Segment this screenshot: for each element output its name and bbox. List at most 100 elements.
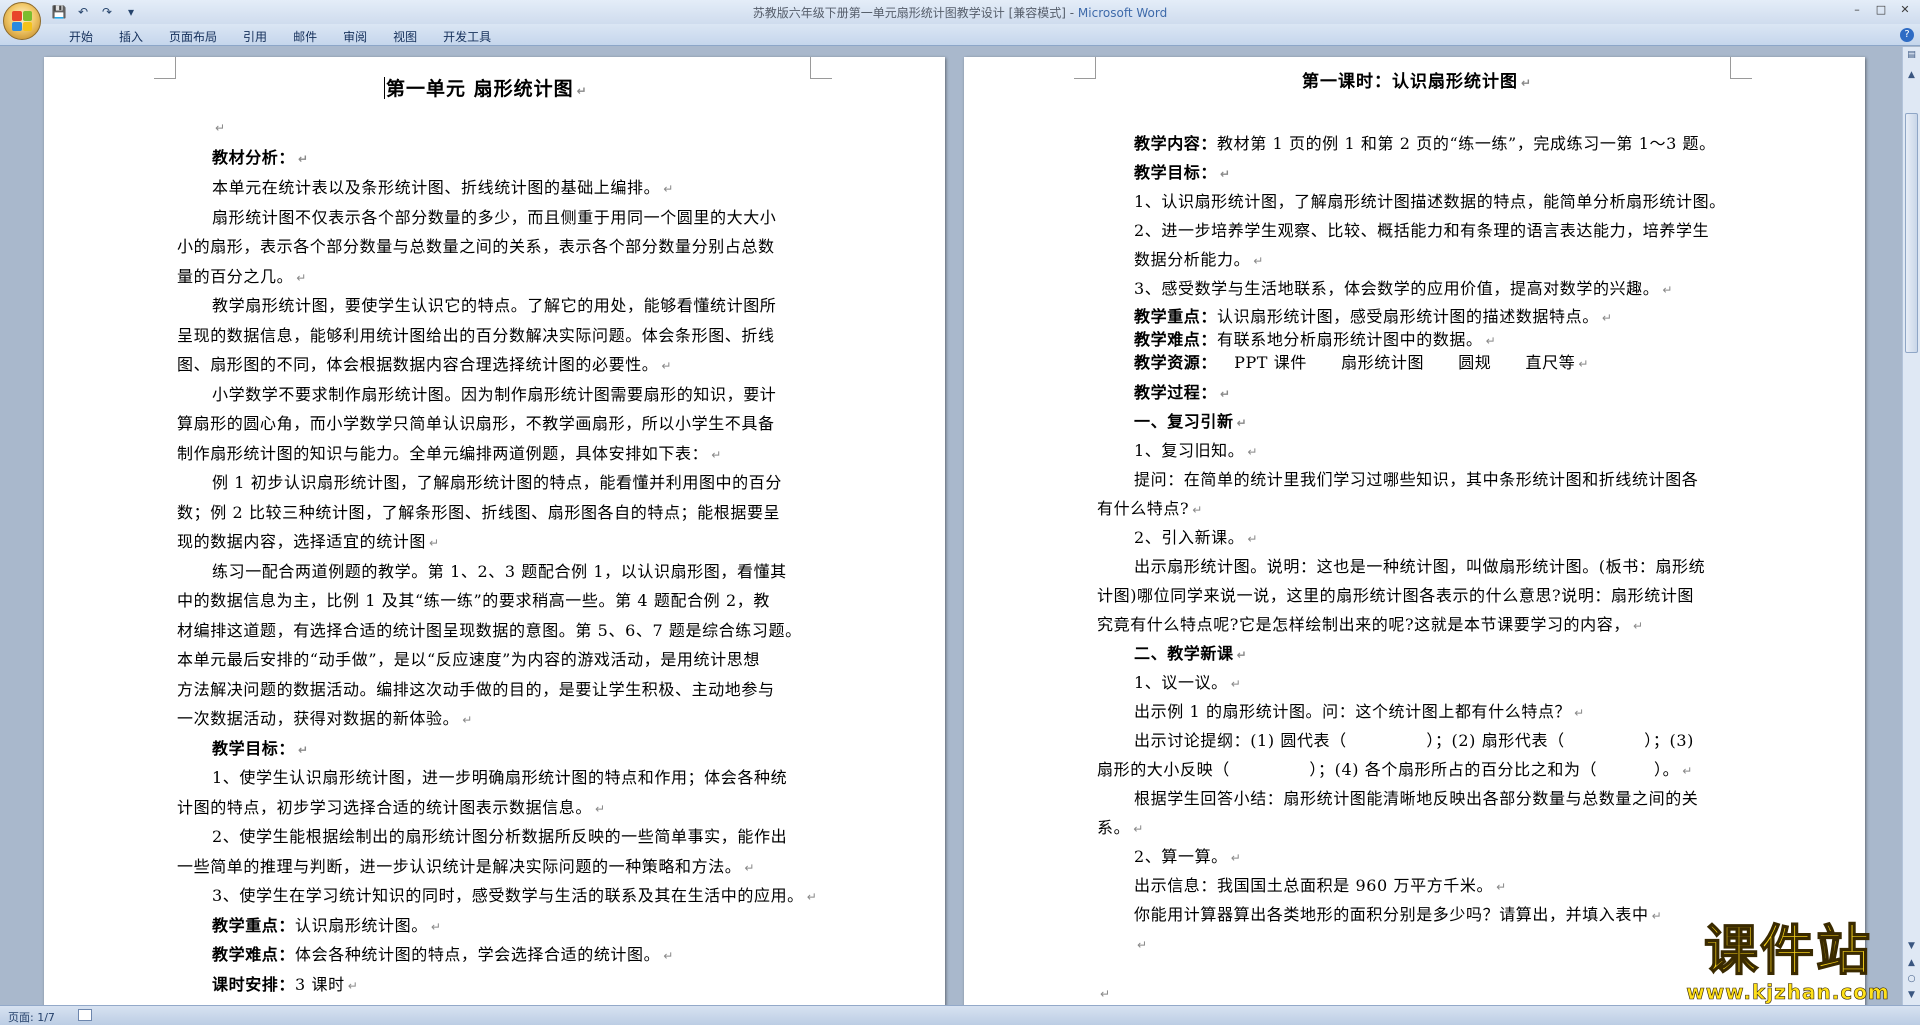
paragraph: 2、算一算。 ↵: [1134, 847, 1242, 866]
paragraph: 扇形统计图不仅表示各个部分数量的多少，而且侧重于用同一个圆里的大大小: [212, 208, 777, 227]
paragraph: 量的百分之几。 ↵: [177, 267, 307, 286]
maximize-icon[interactable]: □: [1872, 2, 1890, 18]
margin-corner: [1074, 57, 1096, 79]
paragraph: 本单元在统计表以及条形统计图、折线统计图的基础上编排。 ↵: [212, 178, 674, 197]
section-heading: 二、教学新课 ↵: [1134, 644, 1248, 663]
app-name: Microsoft Word: [1077, 6, 1168, 20]
paragraph: 2、进一步培养学生观察、比较、概括能力和有条理的语言表达能力，培养学生: [1134, 221, 1710, 240]
proofing-icon[interactable]: [78, 1009, 92, 1021]
paragraph: 本单元最后安排的“动手做”，是以“反应速度”为内容的游戏活动，是用统计思想: [177, 650, 760, 669]
paragraph: 3、感受数学与生活地联系，体会数学的应用价值，提高对数学的兴趣。 ↵: [1134, 279, 1674, 298]
paragraph: 教学重点：认识扇形统计图。 ↵: [212, 916, 442, 935]
minimize-icon[interactable]: –: [1848, 2, 1866, 18]
paragraph: 1、议一议。 ↵: [1134, 673, 1242, 692]
paragraph: ↵: [1100, 987, 1111, 1001]
section-heading: 教材分析： ↵: [212, 148, 309, 167]
help-icon[interactable]: ?: [1900, 28, 1914, 42]
paragraph: 课时安排：3 课时 ↵: [212, 975, 359, 994]
section-heading: 教学目标： ↵: [1134, 163, 1231, 182]
scroll-thumb[interactable]: [1905, 113, 1918, 353]
window-controls: – □ ✕: [1848, 2, 1914, 18]
paragraph: 1、复习旧知。 ↵: [1134, 441, 1259, 460]
section-heading: 教学目标： ↵: [212, 739, 309, 758]
watermark-url: www.kjzhan.com: [1686, 980, 1890, 1005]
ruler-toggle-icon[interactable]: ▤: [1905, 49, 1918, 62]
tab-review[interactable]: 审阅: [330, 27, 380, 46]
paragraph: 究竟有什么特点呢?它是怎样绘制出来的呢?这就是本节课要学习的内容， ↵: [1097, 615, 1644, 634]
paragraph: 出示例 1 的扇形统计图。问：这个统计图上都有什么特点？ ↵: [1134, 702, 1585, 721]
paragraph: 1、认识扇形统计图，了解扇形统计图描述数据的特点，能简单分析扇形统计图。: [1134, 192, 1726, 211]
tab-insert[interactable]: 插入: [106, 27, 156, 46]
scroll-up-icon[interactable]: ▲: [1905, 69, 1918, 82]
vertical-scrollbar[interactable]: ▤ ▲ ▼ ▲ ○ ▼: [1902, 47, 1920, 1005]
paragraph: 扇形的大小反映（ ）；(4) 各个扇形所占的百分比之和为（ ）。 ↵: [1097, 760, 1693, 779]
paragraph: 2、引入新课。 ↵: [1134, 528, 1259, 547]
paragraph: 数；例 2 比较三种统计图，了解条形图、折线图、扇形图各自的特点；能根据要呈: [177, 503, 781, 522]
watermark-text: 课件站: [1703, 919, 1872, 982]
paragraph: ↵: [215, 121, 226, 135]
paragraph: 呈现的数据信息，能够利用统计图给出的百分数解决实际问题。体会条形图、折线: [177, 326, 775, 345]
paragraph: 一些简单的推理与判断，进一步认识统计是解决实际问题的一种策略和方法。 ↵: [177, 857, 756, 876]
paragraph: 现的数据内容，选择适宜的统计图 ↵: [177, 532, 440, 551]
status-bar: 页面: 1/7: [0, 1005, 1920, 1025]
paragraph: 你能用计算器算出各类地形的面积分别是多少吗？请算出，并填入表中 ↵: [1134, 905, 1663, 924]
paragraph: 小学数学不要求制作扇形统计图。因为制作扇形统计图需要扇形的知识，要计: [212, 385, 777, 404]
paragraph: 教学扇形统计图，要使学生认识它的特点。了解它的用处，能够看懂统计图所: [212, 296, 777, 315]
paragraph: 教学难点：有联系地分析扇形统计图中的数据。 ↵: [1134, 330, 1497, 349]
margin-corner: [1730, 57, 1752, 79]
paragraph: 小的扇形，表示各个部分数量与总数量之间的关系，表示各个部分数量分别占总数: [177, 237, 775, 256]
close-icon[interactable]: ✕: [1896, 2, 1914, 18]
tab-mailings[interactable]: 邮件: [280, 27, 330, 46]
paragraph: 教学难点：体会各种统计图的特点，学会选择合适的统计图。 ↵: [212, 945, 674, 964]
office-logo-icon: [12, 11, 32, 31]
paragraph: 提问：在简单的统计里我们学习过哪些知识，其中条形统计图和折线统计图各: [1134, 470, 1699, 489]
document-title: 苏教版六年级下册第一单元扇形统计图教学设计 [兼容模式] -: [752, 6, 1078, 20]
page-2[interactable]: 第一课时：认识扇形统计图 ↵ 教学内容：教材第 1 页的例 1 和第 2 页的“练…: [964, 57, 1865, 1005]
paragraph: 1、使学生认识扇形统计图，进一步明确扇形统计图的特点和作用；体会各种统: [212, 768, 788, 787]
paragraph: 练习一配合两道例题的教学。第 1、2、3 题配合例 1，以认识扇形图，看懂其: [212, 562, 787, 581]
tab-home[interactable]: 开始: [56, 27, 106, 46]
paragraph: 出示信息：我国国土总面积是 960 万平方千米。 ↵: [1134, 876, 1507, 895]
paragraph: 计图)哪位同学来说一说，这里的扇形统计图各表示的什么意思?说明：扇形统计图: [1097, 586, 1695, 605]
tab-developer[interactable]: 开发工具: [430, 27, 504, 46]
tab-view[interactable]: 视图: [380, 27, 430, 46]
paragraph: 图、扇形图的不同，体会根据数据内容合理选择统计图的必要性。 ↵: [177, 355, 673, 374]
window-title: 苏教版六年级下册第一单元扇形统计图教学设计 [兼容模式] - Microsoft…: [0, 4, 1920, 21]
title-bar: 💾 ↶ ↷ ▾ 苏教版六年级下册第一单元扇形统计图教学设计 [兼容模式] - M…: [0, 0, 1920, 40]
section-heading: 教学过程： ↵: [1134, 383, 1231, 402]
section-heading: 一、复习引新 ↵: [1134, 412, 1248, 431]
page-indicator[interactable]: 页面: 1/7: [8, 1009, 55, 1025]
document-area: 第一单元 扇形统计图 ↵ ↵ 教材分析： ↵ 本单元在统计表以及条形统计图、折线统计…: [0, 47, 1902, 1005]
paragraph: 一次数据活动，获得对数据的新体验。 ↵: [177, 709, 473, 728]
tab-page-layout[interactable]: 页面布局: [156, 27, 230, 46]
lesson-title: 第一课时：认识扇形统计图 ↵: [1302, 72, 1533, 92]
watermark-logo: 课件站 www.kjzhan.com: [1668, 919, 1908, 1006]
paragraph: ↵: [1137, 938, 1148, 952]
paragraph: 根据学生回答小结：扇形统计图能清晰地反映出各部分数量与总数量之间的关: [1134, 789, 1699, 808]
paragraph: 方法解决问题的数据活动。编排这次动手做的目的，是要让学生积极、主动地参与: [177, 680, 775, 699]
paragraph: 材编排这道题，有选择合适的统计图呈现数据的意图。第 5、6、7 题是综合练习题。: [177, 621, 802, 640]
ribbon: 开始 插入 页面布局 引用 邮件 审阅 视图 开发工具 ?: [0, 24, 1920, 46]
paragraph: 3、使学生在学习统计知识的同时，感受数学与生活的联系及其在生活中的应用。 ↵: [212, 886, 818, 905]
paragraph: 教学资源： PPT 课件 扇形统计图 圆规 直尺等 ↵: [1134, 353, 1589, 372]
tab-references[interactable]: 引用: [230, 27, 280, 46]
paragraph: 例 1 初步认识扇形统计图，了解扇形统计图的特点，能看懂并利用图中的百分: [212, 473, 782, 492]
margin-corner: [810, 57, 832, 79]
margin-corner: [154, 57, 176, 79]
ribbon-tabs: 开始 插入 页面布局 引用 邮件 审阅 视图 开发工具: [56, 27, 504, 46]
paragraph: 有什么特点? ↵: [1097, 499, 1203, 518]
text-cursor: [384, 77, 385, 99]
page-1[interactable]: 第一单元 扇形统计图 ↵ ↵ 教材分析： ↵ 本单元在统计表以及条形统计图、折线统计…: [44, 57, 945, 1005]
paragraph: 2、使学生能根据绘制出的扇形统计图分析数据所反映的一些简单事实，能作出: [212, 827, 788, 846]
paragraph: 教学内容：教材第 1 页的例 1 和第 2 页的“练一练”，完成练习一第 1～3…: [1134, 134, 1716, 153]
office-button[interactable]: [3, 2, 41, 40]
paragraph: 算扇形的圆心角，而小学数学只简单认识扇形，不教学画扇形，所以小学生不具备: [177, 414, 775, 433]
paragraph: 出示讨论提纲：(1) 圆代表（ ）；(2) 扇形代表（ ）；(3): [1134, 731, 1694, 750]
paragraph: 中的数据信息为主，比例 1 及其“练一练”的要求稍高一些。第 4 题配合例 2，…: [177, 591, 770, 610]
paragraph: 制作扇形统计图的知识与能力。全单元编排两道例题，具体安排如下表： ↵: [177, 444, 722, 463]
paragraph: 计图的特点，初步学习选择合适的统计图表示数据信息。 ↵: [177, 798, 606, 817]
page-title: 第一单元 扇形统计图 ↵: [384, 77, 588, 100]
paragraph: 系。 ↵: [1097, 818, 1144, 837]
paragraph: 出示扇形统计图。说明：这也是一种统计图，叫做扇形统计图。(板书：扇形统: [1134, 557, 1706, 576]
paragraph: 教学重点：认识扇形统计图，感受扇形统计图的描述数据特点。 ↵: [1134, 307, 1613, 326]
